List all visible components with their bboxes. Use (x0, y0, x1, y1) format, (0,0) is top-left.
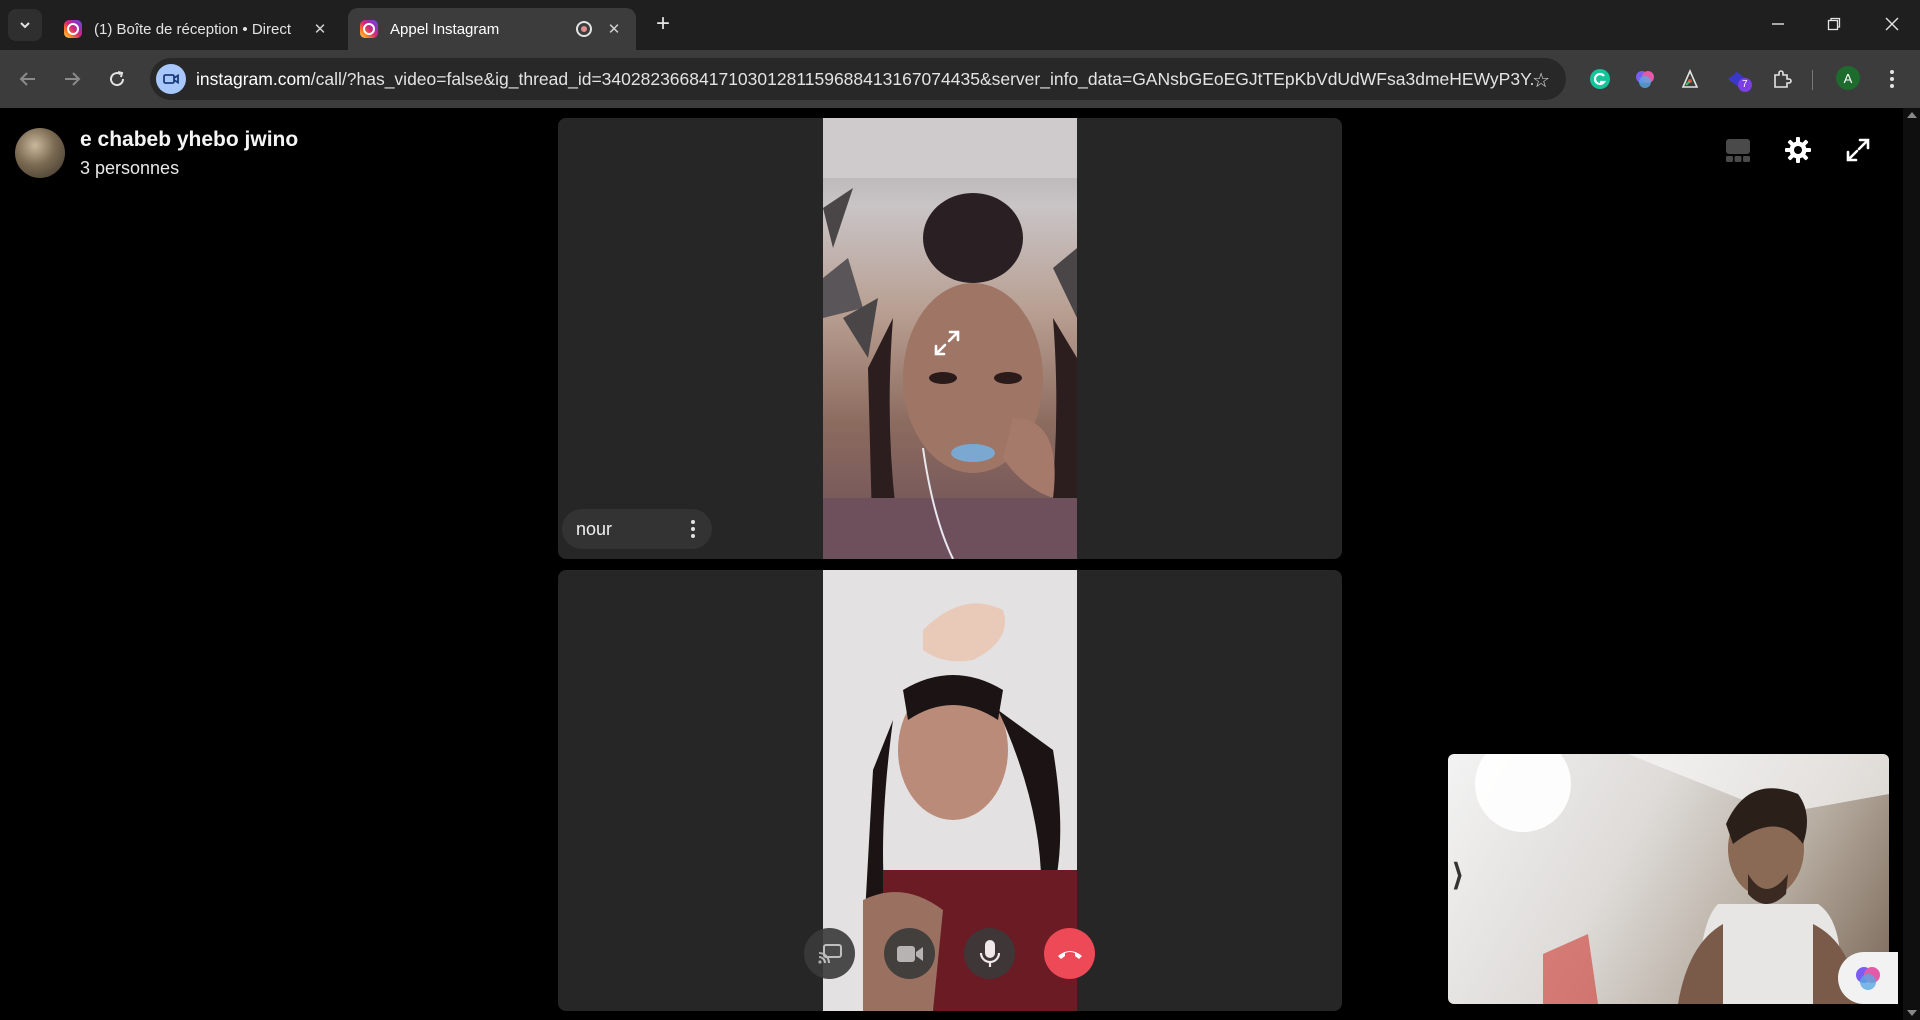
browser-menu-button[interactable] (1880, 64, 1904, 94)
end-call-button[interactable] (1044, 928, 1095, 979)
back-button[interactable] (13, 64, 43, 94)
restore-icon (1827, 17, 1841, 31)
call-page: e chabeb yhebo jwino 3 personnes nour ⟩ (0, 108, 1920, 1020)
video-camera-icon[interactable] (156, 64, 186, 94)
close-icon (1885, 17, 1899, 31)
participant-tile[interactable]: nour (558, 118, 1342, 559)
reload-icon (110, 71, 125, 87)
call-controls (804, 928, 1095, 979)
chevron-down-icon (20, 22, 30, 29)
scroll-up-icon[interactable] (1907, 112, 1917, 118)
close-window-button[interactable] (1864, 8, 1920, 40)
screen-share-icon (817, 943, 842, 964)
camera-toggle-button[interactable] (884, 928, 935, 979)
minimize-button[interactable] (1750, 8, 1806, 40)
browser-toolbar: instagram.com/call/?has_video=false&ig_t… (0, 50, 1920, 108)
more-options-icon[interactable] (688, 520, 698, 538)
restore-button[interactable] (1806, 8, 1862, 40)
room-name: e chabeb yhebo jwino (80, 128, 299, 151)
extension-with-badge-icon[interactable]: 7 (1724, 66, 1752, 92)
tab-call[interactable]: Appel Instagram ✕ (348, 8, 636, 50)
settings-button[interactable] (1780, 132, 1816, 168)
video-frame (1475, 754, 1889, 1004)
participants-count: 3 personnes (80, 158, 180, 178)
brain-icon (1856, 967, 1880, 990)
puzzle-extensions-icon[interactable] (1769, 66, 1795, 92)
bookmark-star-icon[interactable]: ☆ (1532, 68, 1550, 93)
url-path: /call/?has_video=false&ig_thread_id=3402… (310, 68, 1536, 89)
instagram-icon (360, 20, 378, 38)
arrow-left-icon (19, 72, 35, 86)
tab-title: Appel Instagram (390, 20, 500, 38)
recording-icon (576, 21, 592, 37)
forward-button[interactable] (57, 64, 87, 94)
participant-name-chip[interactable]: nour (562, 509, 712, 549)
minimize-icon (1772, 23, 1784, 25)
url-text: instagram.com/call/?has_video=false&ig_t… (196, 69, 1536, 90)
microphone-toggle-button[interactable] (964, 928, 1015, 979)
arrow-right-icon (65, 72, 81, 86)
expand-icon (1846, 138, 1870, 162)
layout-toggle-button[interactable] (1720, 132, 1756, 168)
scroll-down-icon[interactable] (1907, 1010, 1917, 1016)
participant-name: nour (576, 518, 613, 539)
brain-extension-icon[interactable] (1632, 66, 1658, 92)
instagram-icon (64, 20, 82, 38)
screen-share-button[interactable] (804, 928, 855, 979)
hang-up-icon (1057, 950, 1082, 959)
fullscreen-button[interactable] (1840, 132, 1876, 168)
video-camera-icon (896, 945, 923, 962)
expand-video-icon[interactable] (930, 326, 964, 360)
grammarly-icon[interactable] (1587, 66, 1613, 92)
tab-search-button[interactable] (8, 9, 42, 41)
gear-icon (1785, 137, 1811, 163)
browser-tabstrip: (1) Boîte de réception • Direct ✕ Appel … (0, 0, 1920, 50)
toolbar-divider (1812, 70, 1813, 90)
extension-badge: 7 (1738, 78, 1752, 92)
ai-assistant-button[interactable] (1838, 952, 1898, 1004)
microphone-icon (979, 939, 1000, 967)
address-bar[interactable]: instagram.com/call/?has_video=false&ig_t… (150, 58, 1566, 100)
url-host: instagram.com (196, 68, 311, 89)
tab-title: (1) Boîte de réception • Direct (94, 20, 292, 38)
close-icon[interactable]: ✕ (310, 19, 330, 39)
new-tab-button[interactable]: + (650, 12, 676, 38)
tab-inbox[interactable]: (1) Boîte de réception • Direct ✕ (52, 8, 342, 50)
group-avatar (15, 128, 65, 178)
reload-button[interactable] (102, 64, 132, 94)
pen-extension-icon[interactable] (1677, 66, 1703, 92)
self-video-preview[interactable]: ⟩ (1448, 754, 1889, 1004)
layout-icon (1726, 139, 1750, 162)
profile-avatar[interactable]: A (1836, 66, 1860, 90)
collapse-self-view-icon[interactable]: ⟩ (1452, 858, 1464, 893)
page-scrollbar[interactable] (1903, 108, 1920, 1020)
close-icon[interactable]: ✕ (604, 19, 624, 39)
